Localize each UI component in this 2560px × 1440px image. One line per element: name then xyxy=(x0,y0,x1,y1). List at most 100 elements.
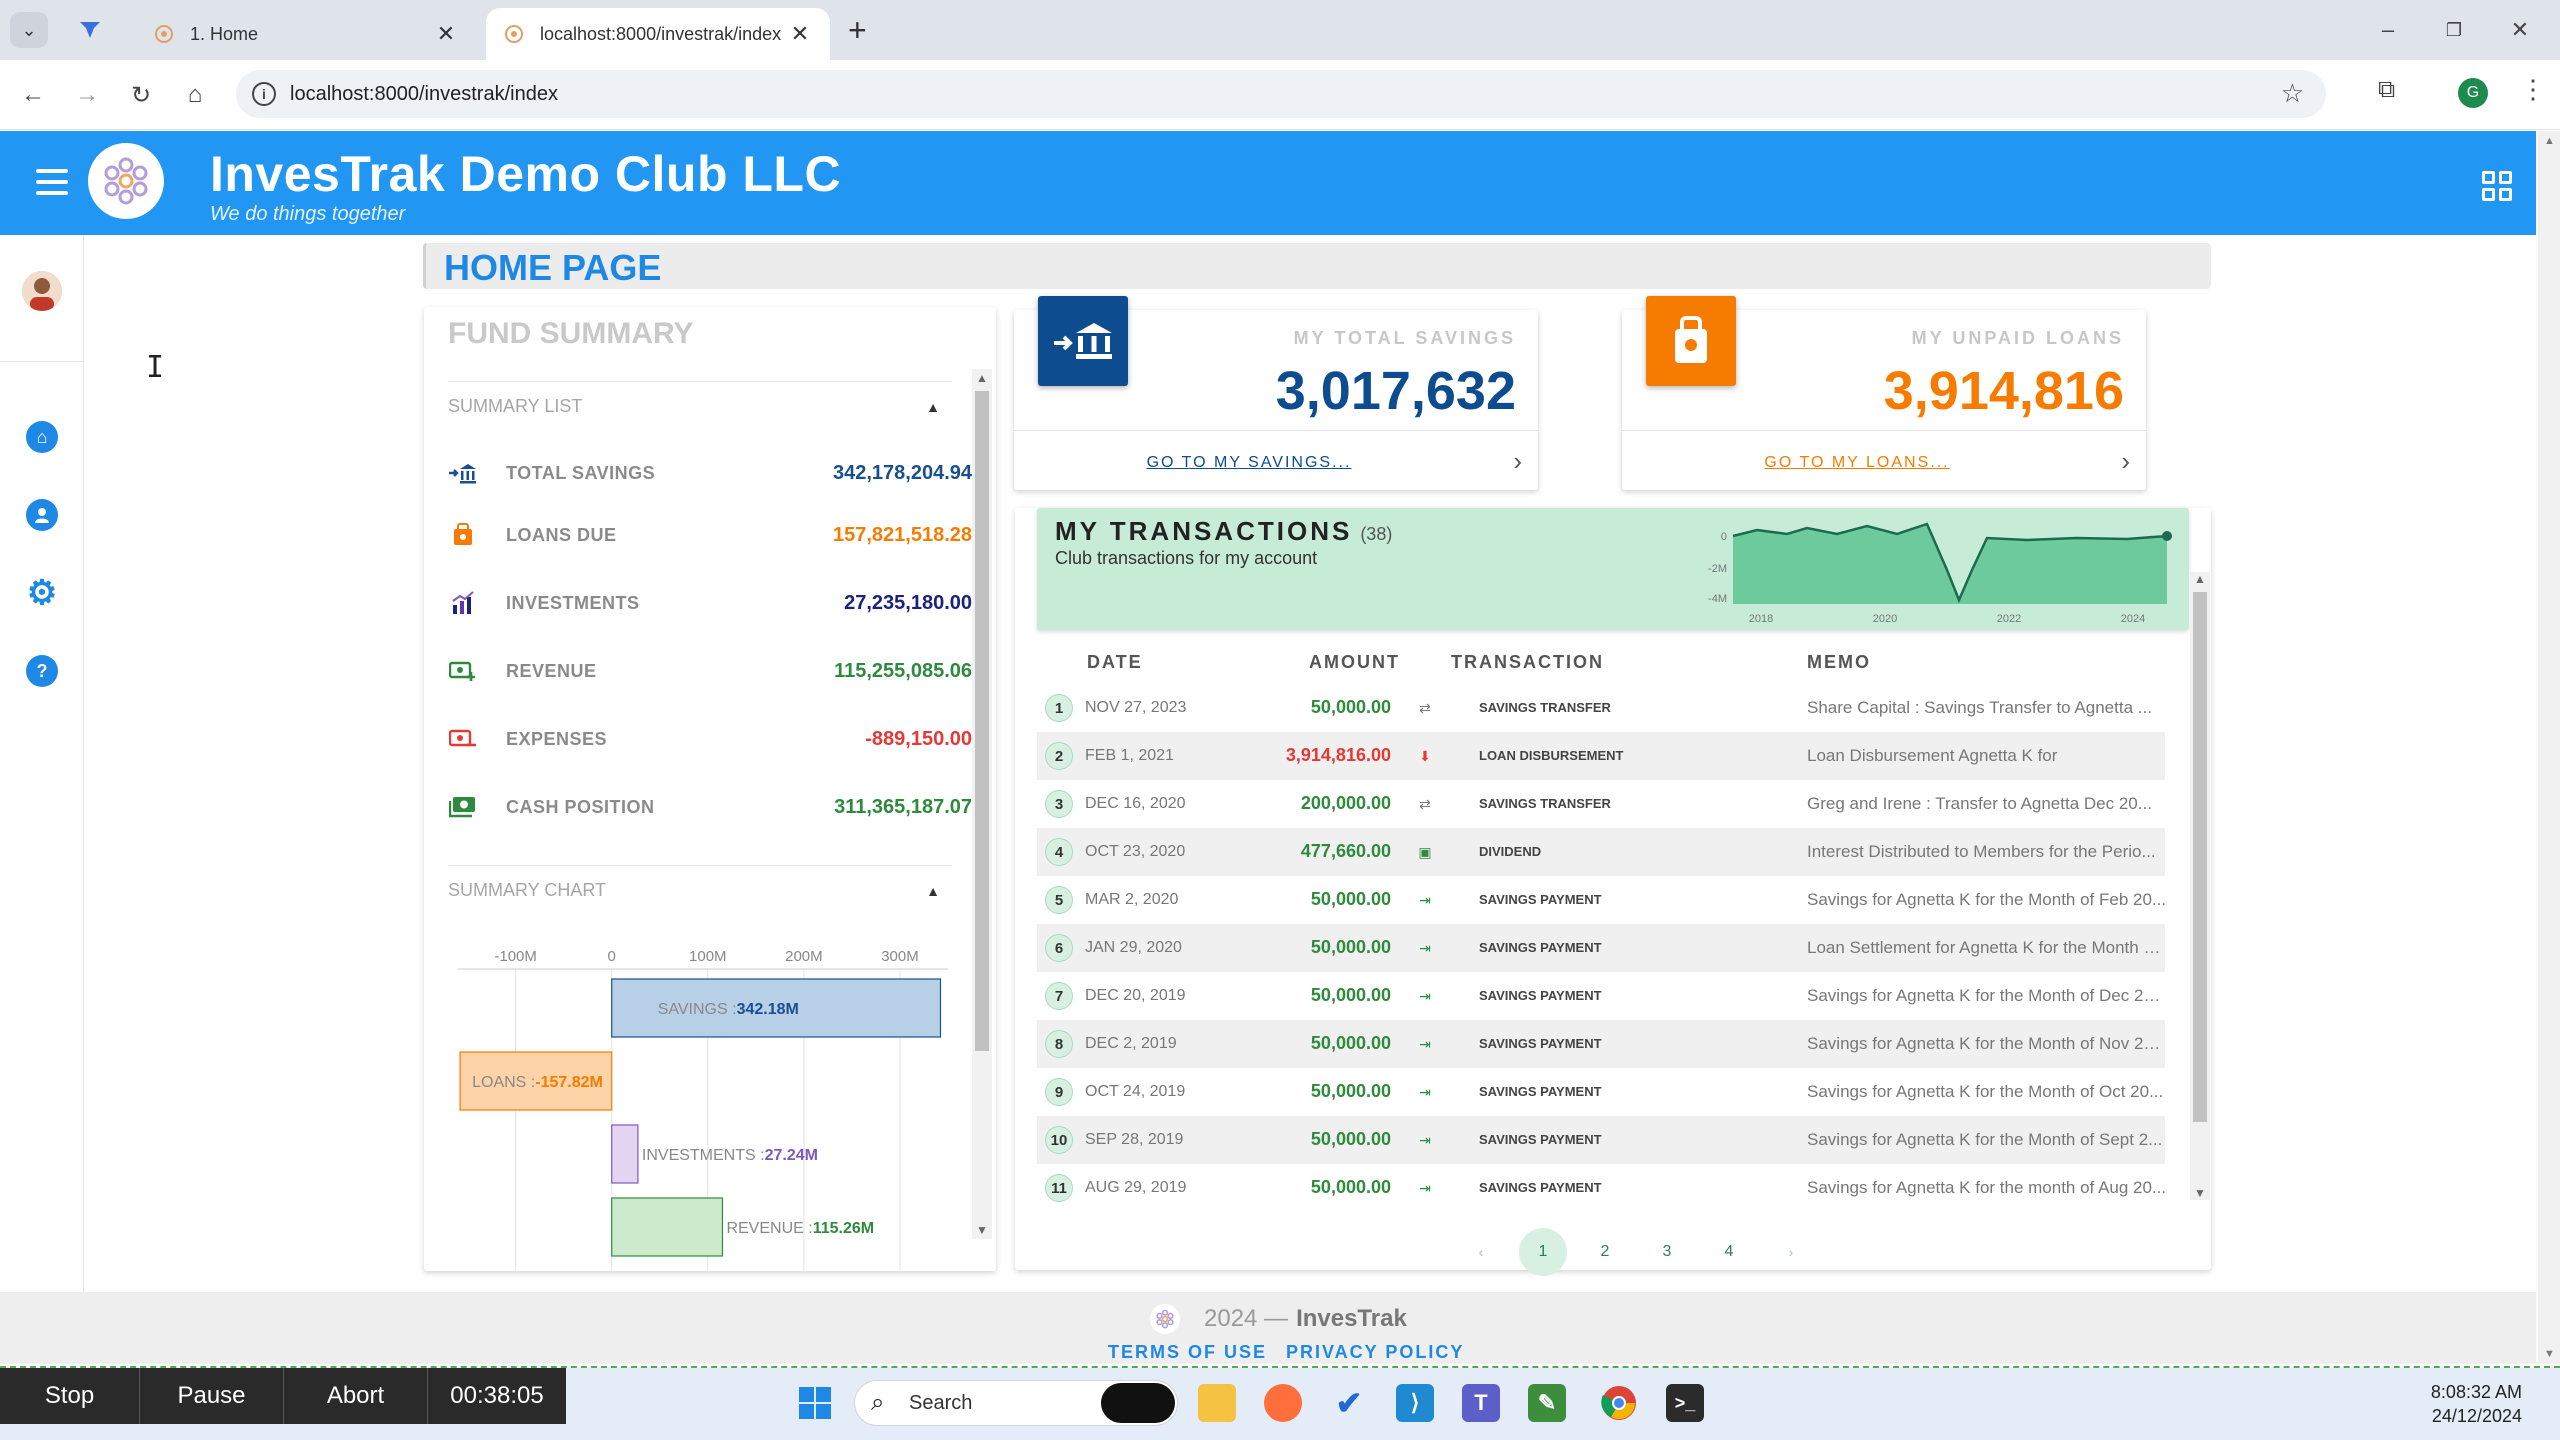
teams-icon[interactable]: T xyxy=(1462,1384,1500,1422)
row-transaction-type: SAVINGS PAYMENT xyxy=(1479,940,1602,955)
sidebar-home-icon[interactable]: ⌂ xyxy=(26,421,58,453)
table-row[interactable]: 10 SEP 28, 2019 50,000.00 ⇥ SAVINGS PAYMENT S… xyxy=(1037,1116,2165,1164)
table-row[interactable]: 4 OCT 23, 2020 477,660.00 ▣ DIVIDEND Interest… xyxy=(1037,828,2165,876)
scroll-down-icon[interactable]: ▼ xyxy=(2194,1186,2206,1200)
scroll-up-icon[interactable]: ▲ xyxy=(976,371,988,385)
chevron-right-icon[interactable]: › xyxy=(1513,446,1522,477)
terminal-icon[interactable]: >_ xyxy=(1666,1384,1704,1422)
row-number: 9 xyxy=(1045,1078,1073,1106)
windows-start-icon[interactable] xyxy=(796,1384,834,1422)
new-tab-icon[interactable]: + xyxy=(848,12,867,48)
scroll-down-icon[interactable]: ▼ xyxy=(976,1223,988,1237)
club-logo xyxy=(88,143,164,219)
prev-page-icon[interactable]: ‹ xyxy=(1457,1228,1505,1276)
collapse-caret-icon[interactable]: ▲ xyxy=(926,399,940,415)
col-transaction[interactable]: TRANSACTION xyxy=(1451,652,1604,680)
page-3[interactable]: 3 xyxy=(1643,1228,1691,1276)
terms-of-use-link[interactable]: TERMS OF USE xyxy=(1108,1342,1267,1363)
close-tab-icon[interactable]: ✕ xyxy=(434,21,458,47)
profile-avatar[interactable]: G xyxy=(2458,78,2488,108)
bookmark-star-icon[interactable]: ☆ xyxy=(2281,78,2304,109)
col-memo[interactable]: MEMO xyxy=(1807,652,1871,680)
firefox-icon[interactable] xyxy=(1264,1384,1302,1422)
table-row[interactable]: 5 MAR 2, 2020 50,000.00 ⇥ SAVINGS PAYMENT Sav… xyxy=(1037,876,2166,924)
page-1[interactable]: 1 xyxy=(1519,1228,1567,1276)
page-4[interactable]: 4 xyxy=(1705,1228,1753,1276)
next-page-icon[interactable]: › xyxy=(1767,1228,1815,1276)
col-date[interactable]: DATE xyxy=(1087,652,1143,680)
close-tab-icon[interactable]: ✕ xyxy=(788,21,812,47)
page-footer: 2024 — InvesTrak TERMS OF USE PRIVACY PO… xyxy=(0,1292,2536,1364)
table-row[interactable]: 2 FEB 1, 2021 3,914,816.00 ⬇ LOAN DISBURSEME… xyxy=(1037,732,2165,780)
row-date: AUG 29, 2019 xyxy=(1085,1179,1187,1196)
browser-menu-icon[interactable]: ⋮ xyxy=(2520,74,2546,105)
go-to-loans-link[interactable]: GO TO MY LOANS... xyxy=(1622,454,2092,472)
pinned-app-icon[interactable] xyxy=(74,14,106,46)
abort-button[interactable]: Abort xyxy=(284,1368,428,1424)
apps-grid-icon[interactable] xyxy=(2482,171,2512,201)
forward-icon[interactable]: → xyxy=(70,78,104,112)
table-row[interactable]: 8 DEC 2, 2019 50,000.00 ⇥ SAVINGS PAYMENT Sav… xyxy=(1037,1020,2167,1068)
back-icon[interactable]: ← xyxy=(16,78,50,112)
fund-summary-scrollbar[interactable]: ▲ ▼ xyxy=(972,369,992,1239)
tab-home[interactable]: 1. Home ✕ xyxy=(136,8,476,60)
taskbar-search-input[interactable]: ⌕ Search xyxy=(854,1380,1178,1426)
minimize-icon[interactable]: – xyxy=(2368,12,2408,48)
table-row[interactable]: 1 NOV 27, 2023 50,000.00 ⇄ SAVINGS TRANSFER S… xyxy=(1037,684,2165,732)
file-explorer-icon[interactable] xyxy=(1198,1384,1236,1422)
table-row[interactable]: 11 AUG 29, 2019 50,000.00 ⇥ SAVINGS PAYMENT S… xyxy=(1037,1164,2166,1212)
vscode-icon[interactable]: ⟩ xyxy=(1396,1384,1434,1422)
extensions-icon[interactable]: ⧉ xyxy=(2378,76,2395,104)
summary-row-cash-position: CASH POSITION 311,365,187.07 xyxy=(448,787,972,827)
scroll-down-icon[interactable]: ▼ xyxy=(2544,1348,2555,1360)
hamburger-menu-icon[interactable] xyxy=(36,169,68,195)
chart-bar-revenue[interactable] xyxy=(611,1197,724,1257)
chart-bar-investments[interactable] xyxy=(611,1124,639,1184)
page-scrollbar[interactable]: ▲ ▼ xyxy=(2538,131,2560,1364)
tab-investrak[interactable]: localhost:8000/investrak/index ✕ xyxy=(486,8,830,60)
row-memo: Loan Settlement for Agnetta K for the Mo… xyxy=(1807,938,2167,957)
site-info-icon[interactable]: i xyxy=(252,82,276,106)
scroll-up-icon[interactable]: ▲ xyxy=(2544,135,2555,147)
privacy-policy-link[interactable]: PRIVACY POLICY xyxy=(1286,1342,1464,1363)
transactions-scrollbar[interactable]: ▲ ▼ xyxy=(2190,572,2210,1200)
scrollbar-thumb[interactable] xyxy=(975,391,989,1051)
todo-icon[interactable]: ✔ xyxy=(1330,1384,1368,1422)
image-editor-icon[interactable]: ✎ xyxy=(1528,1384,1566,1422)
page-2[interactable]: 2 xyxy=(1581,1228,1629,1276)
table-row[interactable]: 9 OCT 24, 2019 50,000.00 ⇥ SAVINGS PAYMENT Sa… xyxy=(1037,1068,2165,1116)
user-avatar[interactable] xyxy=(22,271,62,311)
table-row[interactable]: 6 JAN 29, 2020 50,000.00 ⇥ SAVINGS PAYMENT Lo… xyxy=(1037,924,2167,972)
scroll-up-icon[interactable]: ▲ xyxy=(2194,572,2206,586)
close-window-icon[interactable]: ✕ xyxy=(2500,12,2540,48)
pause-button[interactable]: Pause xyxy=(140,1368,284,1424)
summary-list-header[interactable]: SUMMARY LIST ▲ xyxy=(448,381,952,431)
chevron-right-icon[interactable]: › xyxy=(2121,446,2130,477)
row-amount: 50,000.00 xyxy=(1310,889,1391,909)
spark-x-tick: 2022 xyxy=(1997,613,2021,625)
search-icon: ⌕ xyxy=(871,1389,885,1416)
row-date: FEB 1, 2021 xyxy=(1085,747,1174,764)
collapse-caret-icon[interactable]: ▲ xyxy=(926,883,940,899)
system-clock[interactable]: 8:08:32 AM 24/12/2024 xyxy=(2431,1380,2522,1428)
tab-list-dropdown-icon[interactable]: ⌄ xyxy=(10,12,48,48)
table-row[interactable]: 7 DEC 20, 2019 50,000.00 ⇥ SAVINGS PAYMENT Sa… xyxy=(1037,972,2167,1020)
sidebar-account-icon[interactable] xyxy=(26,499,58,531)
scrollbar-thumb[interactable] xyxy=(2193,592,2207,1122)
go-to-savings-link[interactable]: GO TO MY SAVINGS... xyxy=(1014,454,1484,472)
reload-icon[interactable]: ↻ xyxy=(124,78,158,112)
restore-icon[interactable]: ❐ xyxy=(2434,12,2474,48)
chrome-icon[interactable] xyxy=(1600,1384,1638,1422)
sidebar-help-icon[interactable]: ? xyxy=(26,655,58,687)
row-date: DEC 2, 2019 xyxy=(1085,1035,1177,1052)
url-field[interactable]: i localhost:8000/investrak/index ☆ xyxy=(236,70,2326,118)
row-amount: 50,000.00 xyxy=(1310,937,1391,957)
clock-time: 8:08:32 AM xyxy=(2430,1382,2522,1402)
col-amount[interactable]: AMOUNT xyxy=(1309,652,1400,680)
stop-button[interactable]: Stop xyxy=(0,1368,140,1424)
table-row[interactable]: 3 DEC 16, 2020 200,000.00 ⇄ SAVINGS TRANSFER… xyxy=(1037,780,2165,828)
sidebar-settings-icon[interactable]: ⚙ xyxy=(26,574,58,612)
summary-chart-header[interactable]: SUMMARY CHART ▲ xyxy=(448,865,952,915)
transactions-subtitle: Club transactions for my account xyxy=(1055,548,1318,568)
home-icon[interactable]: ⌂ xyxy=(178,78,212,112)
